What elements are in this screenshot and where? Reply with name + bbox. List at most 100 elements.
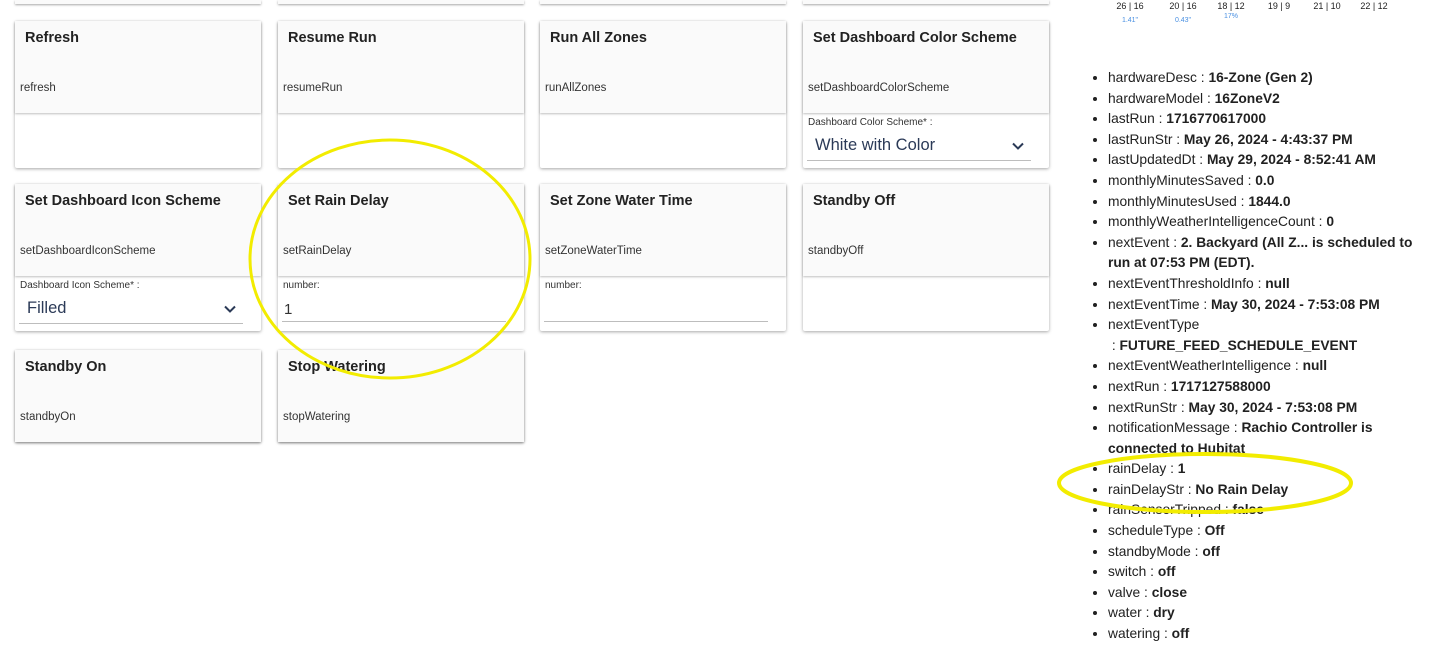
attribute-value: May 26, 2024 - 4:43:37 PM — [1183, 131, 1353, 147]
command-name: setDashboardColorScheme — [808, 82, 950, 94]
command-card-set-dashboard-icon-scheme: Set Dashboard Icon Scheme setDashboardIc… — [15, 184, 261, 331]
attribute-item: monthlyWeatherIntelligenceCount : 0 — [1108, 212, 1428, 233]
attribute-key: nextRun — [1108, 378, 1160, 394]
attribute-separator: : — [1108, 337, 1120, 353]
attribute-item: hardwareModel : 16ZoneV2 — [1108, 89, 1428, 110]
attribute-item: nextEventTime : May 30, 2024 - 7:53:08 P… — [1108, 295, 1428, 316]
command-card-run-all-zones: Run All Zones runAllZones — [540, 21, 786, 168]
attribute-separator: : — [1221, 502, 1233, 518]
attribute-key: lastRun — [1108, 111, 1155, 127]
attribute-separator: : — [1141, 605, 1154, 621]
command-params: number: — [540, 276, 786, 331]
attribute-value: 1844.0 — [1248, 193, 1291, 209]
attribute-key: lastUpdatedDt — [1108, 152, 1196, 168]
attribute-value: dry — [1153, 605, 1175, 621]
command-card-stop-watering: Stop Watering stopWatering — [278, 350, 524, 442]
run-all-zones-button[interactable]: Run All Zones runAllZones — [540, 21, 786, 113]
color-scheme-select[interactable]: White with Color — [807, 132, 1031, 161]
attribute-separator: : — [1154, 111, 1167, 127]
set-rain-delay-button[interactable]: Set Rain Delay setRainDelay — [278, 184, 524, 276]
command-card-set-rain-delay: Set Rain Delay setRainDelay number: 1 — [278, 184, 524, 331]
set-dashboard-icon-scheme-button[interactable]: Set Dashboard Icon Scheme setDashboardIc… — [15, 184, 261, 276]
command-card-set-zone-water-time: Set Zone Water Time setZoneWaterTime num… — [540, 184, 786, 331]
rain-delay-number-input[interactable]: 1 — [282, 295, 506, 322]
command-params — [278, 113, 524, 168]
command-title: Set Dashboard Icon Scheme — [25, 193, 221, 209]
attribute-value: false — [1232, 502, 1264, 518]
attribute-key: nextEventWeatherIntelligence — [1108, 358, 1292, 374]
attribute-item: rainSensorTripped : false — [1108, 500, 1428, 521]
attribute-key: nextEvent — [1108, 234, 1170, 250]
standby-on-button[interactable]: Standby On standbyOn — [15, 350, 261, 442]
attribute-value: 16ZoneV2 — [1214, 90, 1280, 106]
attribute-item: nextEventThresholdInfo : null — [1108, 274, 1428, 295]
attribute-item: monthlyMinutesUsed : 1844.0 — [1108, 192, 1428, 213]
forecast-day: 19 | 9 — [1259, 1, 1299, 13]
chevron-down-icon — [224, 305, 236, 313]
attribute-item: lastUpdatedDt : May 29, 2024 - 8:52:41 A… — [1108, 150, 1428, 171]
command-name: runAllZones — [545, 82, 607, 94]
attribute-item: nextRun : 1717127588000 — [1108, 377, 1428, 398]
attribute-item: nextEventType : FUTURE_FEED_SCHEDULE_EVE… — [1108, 315, 1428, 356]
stop-watering-button[interactable]: Stop Watering stopWatering — [278, 350, 524, 442]
command-name: setRainDelay — [283, 245, 352, 257]
attribute-separator: : — [1199, 296, 1212, 312]
command-name: setZoneWaterTime — [545, 245, 642, 257]
command-title: Refresh — [25, 30, 79, 46]
attribute-item: valve : close — [1108, 583, 1428, 604]
attribute-separator: : — [1243, 172, 1256, 188]
attribute-separator: : — [1196, 70, 1209, 85]
command-name: standbyOff — [808, 245, 864, 257]
command-card-refresh: Refresh refresh — [15, 21, 261, 168]
attribute-separator: : — [1195, 152, 1207, 168]
command-params — [15, 113, 261, 168]
attribute-value: null — [1265, 275, 1290, 291]
attribute-key: standbyMode — [1108, 543, 1191, 559]
forecast-day: 20 | 16 0.43" — [1163, 1, 1203, 24]
zone-water-time-number-input[interactable] — [544, 295, 768, 322]
weather-forecast: 26 | 16 1.41" 20 | 16 0.43" 18 | 12 17% … — [1110, 0, 1410, 32]
attribute-separator: : — [1146, 564, 1158, 580]
command-card-standby-on: Standby On standbyOn — [15, 350, 261, 442]
attribute-separator: : — [1160, 626, 1172, 642]
card-stub — [278, 0, 524, 4]
attribute-key: nextRunStr — [1108, 399, 1178, 415]
command-title: Set Dashboard Color Scheme — [813, 30, 1017, 46]
attribute-separator: : — [1177, 399, 1189, 415]
forecast-day: 26 | 16 1.41" — [1110, 1, 1150, 24]
attribute-item: hardwareDesc : 16-Zone (Gen 2) — [1108, 68, 1428, 89]
attribute-value: May 30, 2024 - 7:53:08 PM — [1211, 296, 1380, 312]
resume-run-button[interactable]: Resume Run resumeRun — [278, 21, 524, 113]
icon-scheme-label: Dashboard Icon Scheme* : — [20, 280, 140, 291]
standby-off-button[interactable]: Standby Off standbyOff — [803, 184, 1049, 276]
icon-scheme-select[interactable]: Filled — [19, 295, 243, 324]
attribute-item: lastRunStr : May 26, 2024 - 4:43:37 PM — [1108, 130, 1428, 151]
attribute-key: valve — [1108, 584, 1141, 600]
forecast-temp: 19 | 9 — [1267, 1, 1291, 11]
attribute-separator: : — [1183, 481, 1196, 497]
refresh-button[interactable]: Refresh refresh — [15, 21, 261, 113]
attribute-key: monthlyMinutesSaved — [1108, 172, 1244, 188]
forecast-temp: 18 | 12 — [1217, 1, 1245, 11]
set-zone-water-time-button[interactable]: Set Zone Water Time setZoneWaterTime — [540, 184, 786, 276]
attribute-value: close — [1151, 584, 1187, 600]
command-params: number: 1 — [278, 276, 524, 331]
command-name: setDashboardIconScheme — [20, 245, 156, 257]
attribute-key: monthlyWeatherIntelligenceCount — [1108, 214, 1315, 230]
attribute-key: nextEventThresholdInfo — [1108, 275, 1254, 291]
attribute-value: 0.0 — [1255, 172, 1275, 188]
command-title: Run All Zones — [550, 30, 647, 46]
forecast-rain: 17% — [1223, 13, 1238, 20]
attribute-separator: : — [1193, 523, 1205, 539]
attribute-item: nextRunStr : May 30, 2024 - 7:53:08 PM — [1108, 398, 1428, 419]
attribute-separator: : — [1172, 131, 1184, 147]
current-states-list: hardwareDesc : 16-Zone (Gen 2)hardwareMo… — [1090, 68, 1428, 645]
set-dashboard-color-scheme-button[interactable]: Set Dashboard Color Scheme setDashboardC… — [803, 21, 1049, 113]
forecast-rain: 0.43" — [1174, 17, 1192, 24]
attribute-item: rainDelay : 1 — [1108, 459, 1428, 480]
card-stub — [803, 0, 1049, 4]
command-name: resumeRun — [283, 82, 343, 94]
attribute-separator: : — [1291, 358, 1303, 374]
attribute-value: 16-Zone (Gen 2) — [1208, 70, 1313, 85]
attribute-value: No Rain Delay — [1195, 481, 1289, 497]
